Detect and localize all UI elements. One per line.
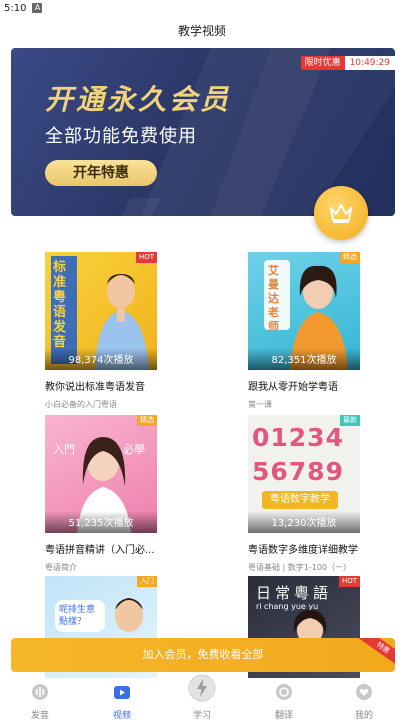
thumb-caption: 标准粤语发音 — [53, 260, 67, 350]
cta-corner-tag: 特惠 — [358, 638, 395, 668]
status-bar: 5:10 A — [0, 0, 404, 16]
thumb-caption-right: 必學 — [123, 443, 145, 456]
video-title: 粤语数字多维度详细教学 — [248, 545, 358, 556]
video-thumbnail[interactable]: 艾曼达老师 精选 82,351次播放 — [248, 252, 360, 370]
intro-badge: 入门 — [137, 576, 157, 587]
video-subtitle: 第一课 — [248, 400, 272, 409]
promo-countdown: 限时优惠 10:49:29 — [300, 56, 395, 70]
video-card[interactable]: 艾曼达老师 精选 82,351次播放 跟我从零开始学粤语 第一课 — [248, 252, 360, 410]
screen: 5:10 A 教学视频 开通永久会员 全部功能免费使用 开年特惠 限时优惠 10… — [0, 0, 404, 720]
bottom-nav: 发音 视频 学习 翻译 我的 — [0, 674, 404, 720]
banner-offer-button[interactable]: 开年特惠 — [45, 160, 157, 186]
video-thumbnail[interactable]: 呢排生意 點樣？ 入门 — [45, 576, 157, 694]
banner-headline: 开通永久会员 — [45, 83, 232, 116]
translate-icon — [276, 684, 292, 700]
sound-icon — [32, 684, 48, 700]
video-thumbnail[interactable]: 01234 56789 粤语数字教学 最新 13,230次播放 — [248, 415, 360, 533]
video-title: 跟我从零开始学粤语 — [248, 382, 338, 393]
thumb-caption: 艾曼达老师 — [268, 264, 279, 333]
video-thumbnail[interactable]: 入門 必學 精选 51,235次播放 — [45, 415, 157, 533]
nav-label: 发音 — [30, 711, 49, 720]
video-card[interactable]: 01234 56789 粤语数字教学 最新 13,230次播放 粤语数字多维度详… — [248, 415, 360, 573]
nav-item-video[interactable]: 视频 — [92, 678, 152, 720]
vip-crown-button[interactable] — [314, 186, 368, 240]
join-membership-button[interactable]: 加入会员，免费收看全部 特惠 — [11, 638, 395, 672]
thumb-caption: 呢排生意 點樣？ — [55, 600, 105, 632]
nav-item-study[interactable]: 学习 — [172, 674, 232, 720]
banner-subline: 全部功能免费使用 — [45, 126, 197, 147]
nav-item-profile[interactable]: 我的 — [334, 678, 394, 720]
lightning-icon — [188, 674, 216, 702]
hot-badge: HOT — [338, 576, 360, 587]
status-time: 5:10 — [4, 2, 27, 14]
video-card[interactable]: 日常粵語 ri chang yue yu HOT — [248, 576, 360, 694]
heart-icon — [356, 684, 372, 700]
nav-label: 视频 — [112, 711, 131, 720]
thumb-digits: 01234 56789 — [252, 423, 344, 486]
hot-badge: HOT — [135, 252, 157, 263]
page-title: 教学视频 — [177, 24, 226, 38]
play-count: 51,235次播放 — [45, 511, 157, 533]
play-count: 82,351次播放 — [248, 348, 360, 370]
video-card[interactable]: 标准粤语发音 HOT 98,374次播放 教你说出标准粤语发音 小白必备的入门粤… — [45, 252, 157, 410]
video-thumbnail[interactable]: 日常粵語 ri chang yue yu HOT — [248, 576, 360, 694]
play-count: 13,230次播放 — [248, 511, 360, 533]
new-badge: 最新 — [340, 415, 360, 426]
video-card[interactable]: 入門 必學 精选 51,235次播放 粤语拼音精讲（入门必... 粤语简介 — [45, 415, 157, 573]
play-count: 98,374次播放 — [45, 348, 157, 370]
video-subtitle: 粤语简介 — [45, 563, 77, 572]
video-card[interactable]: 呢排生意 點樣？ 入门 — [45, 576, 157, 694]
nav-item-pronunciation[interactable]: 发音 — [10, 678, 70, 720]
crown-icon — [330, 204, 352, 223]
video-thumbnail[interactable]: 标准粤语发音 HOT 98,374次播放 — [45, 252, 157, 370]
pick-badge: 精选 — [137, 415, 157, 426]
nav-label: 学习 — [192, 711, 211, 720]
countdown-time: 10:49:29 — [344, 56, 395, 70]
thumb-caption-left: 入門 — [53, 443, 75, 456]
promo-tag: 限时优惠 — [300, 56, 345, 70]
nav-item-translate[interactable]: 翻译 — [254, 678, 314, 720]
video-subtitle: 粤语基础 | 数字1-100（一） — [248, 563, 352, 572]
video-title: 粤语拼音精讲（入门必... — [45, 545, 155, 556]
nav-label: 我的 — [354, 711, 373, 720]
video-title: 教你说出标准粤语发音 — [45, 382, 145, 393]
nav-label: 翻译 — [274, 711, 293, 720]
notification-icon: A — [32, 3, 43, 13]
teacher-illustration — [115, 598, 143, 632]
video-subtitle: 小白必备的入门粤语 — [45, 400, 117, 409]
teacher-illustration — [293, 610, 327, 645]
video-icon — [114, 686, 130, 699]
cta-label: 加入会员，免费收看全部 — [142, 648, 264, 661]
pick-badge: 精选 — [340, 252, 360, 263]
thumb-caption: 粤语数字教学 — [262, 491, 338, 509]
